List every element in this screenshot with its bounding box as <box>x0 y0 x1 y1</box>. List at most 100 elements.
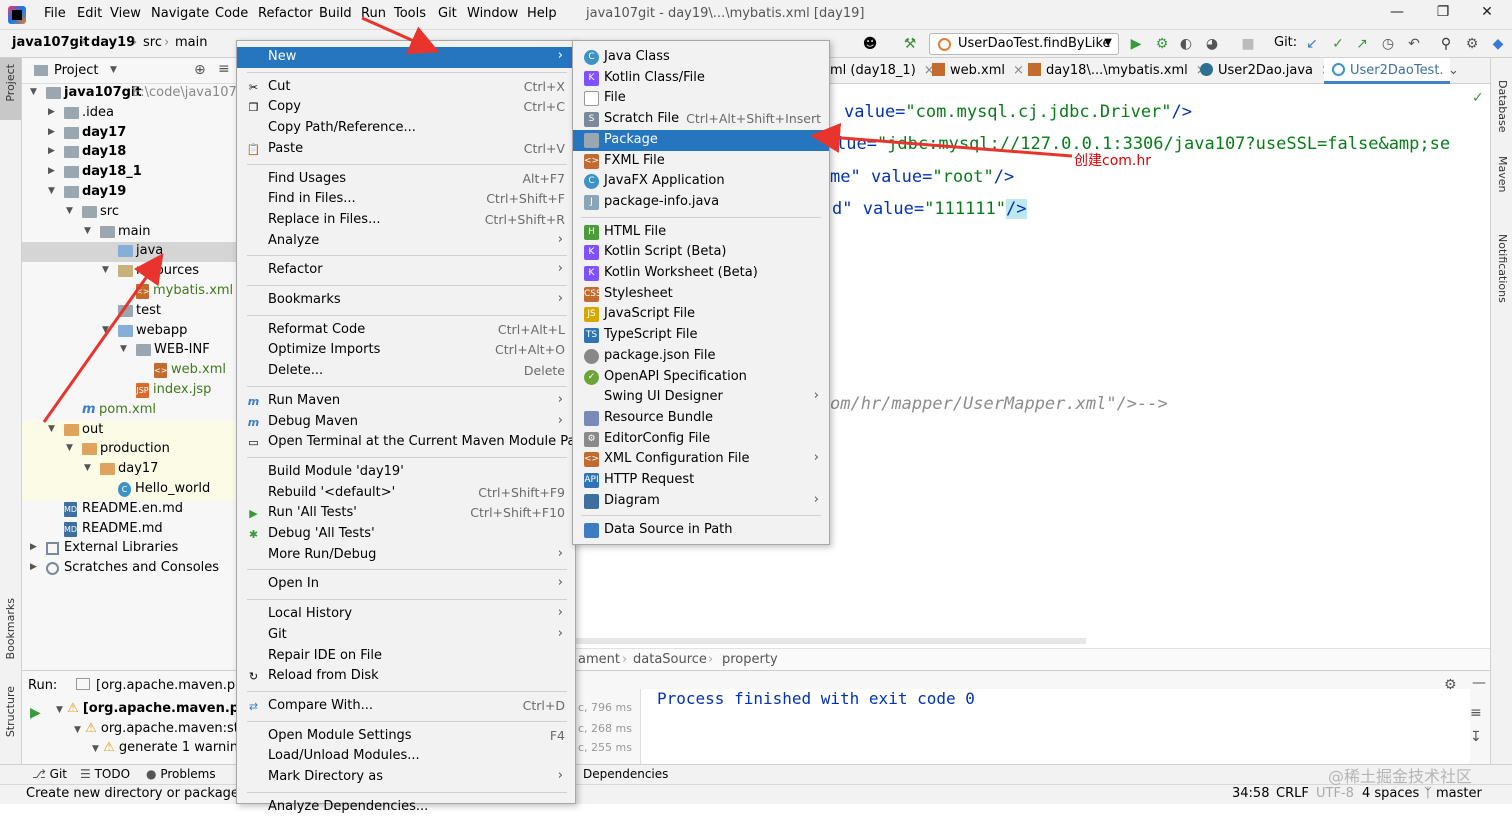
menu-window[interactable]: Window <box>467 6 518 21</box>
horizontal-scrollbar[interactable] <box>576 638 1086 644</box>
menu-item-mark-directory-as[interactable]: Mark Directory as › <box>237 767 575 788</box>
menu-item-delete[interactable]: Delete... Delete <box>237 361 575 382</box>
tree-item-java[interactable]: java <box>22 242 236 263</box>
menu-item-open-in[interactable]: Open In › <box>237 574 575 595</box>
tab-web-xml[interactable]: web.xml × <box>932 63 1024 78</box>
tree-item-pom-xml[interactable]: m pom.xml <box>22 401 236 421</box>
breadcrumb-element[interactable]: ament <box>578 652 620 667</box>
new-item-fxml-file[interactable]: <> FXML File <box>573 151 829 172</box>
new-item-java-class[interactable]: C Java Class <box>573 47 829 68</box>
menu-item-copy[interactable]: ❐ Copy Ctrl+C <box>237 97 575 118</box>
menu-file[interactable]: File <box>44 6 66 21</box>
bookmarks-tool-tab[interactable]: Bookmarks <box>4 598 17 659</box>
new-item-diagram[interactable]: Diagram › <box>573 491 829 512</box>
breadcrumb-project[interactable]: java107git <box>12 35 90 50</box>
code-line-driver[interactable]: value="com.mysql.cj.jdbc.Driver"/> <box>844 102 1192 122</box>
tree-item-java107git[interactable]: ▼ java107git E:\code\java107git <box>22 84 254 104</box>
new-item-kotlin-worksheet-beta[interactable]: K Kotlin Worksheet (Beta) <box>573 263 829 284</box>
menu-item-find-usages[interactable]: Find Usages Alt+F7 <box>237 169 575 190</box>
menu-item-copy-path-reference[interactable]: Copy Path/Reference... <box>237 118 575 139</box>
new-item-javafx-application[interactable]: C JavaFX Application <box>573 171 829 192</box>
run-tree-row[interactable]: ▼ ⚠ [org.apache.maven.plug <box>56 701 262 716</box>
menu-code[interactable]: Code <box>215 6 248 21</box>
tree-item-hello-world[interactable]: C Hello_world <box>22 480 236 500</box>
tree-item-web-xml[interactable]: <> web.xml <box>22 361 236 381</box>
run-tree-row[interactable]: ▼ ⚠ org.apache.maven:sta <box>74 721 247 736</box>
tree-item-external-libraries[interactable]: ▶ External Libraries <box>22 539 236 559</box>
tree-item-resources[interactable]: ▼ resources <box>22 262 236 282</box>
tree-item-main[interactable]: ▼ main <box>22 223 236 243</box>
run-console[interactable]: Process finished with exit code 0 <box>640 689 1470 765</box>
menu-item-cut[interactable]: ✂ Cut Ctrl+X <box>237 77 575 98</box>
tabs-overflow-icon[interactable]: ⌄ <box>1448 63 1459 78</box>
git-tool-tab[interactable]: ⎇ Git <box>32 767 67 781</box>
rerun-icon[interactable]: ▶ <box>30 705 41 721</box>
new-item-package-json-file[interactable]: package.json File <box>573 346 829 367</box>
menu-item-reload-from-disk[interactable]: ↻ Reload from Disk <box>237 666 575 687</box>
new-item-resource-bundle[interactable]: Resource Bundle <box>573 408 829 429</box>
breadcrumb-module[interactable]: day19 <box>91 35 135 50</box>
indent-setting[interactable]: 4 spaces <box>1362 786 1419 801</box>
structure-tool-tab[interactable]: Structure <box>4 686 17 737</box>
notifications-tool-tab[interactable]: Notifications <box>1496 234 1509 303</box>
new-item-package-info-java[interactable]: Jpackage-info.java <box>573 192 829 213</box>
build-hammer-icon[interactable]: ⚒ <box>902 36 918 52</box>
breadcrumb-property[interactable]: property <box>722 652 778 667</box>
tree-item-test[interactable]: test <box>22 302 236 322</box>
tree-item-index-jsp[interactable]: JSP index.jsp <box>22 381 236 401</box>
debug-icon[interactable]: ⚙ <box>1154 36 1170 52</box>
new-item-stylesheet[interactable]: CSS Stylesheet <box>573 284 829 305</box>
code-line-username[interactable]: me" value="root"/> <box>830 167 1014 187</box>
tree-item-web-inf[interactable]: ▼ WEB-INF <box>22 341 236 361</box>
menu-item-paste[interactable]: 📋 Paste Ctrl+V <box>237 139 575 160</box>
new-item-kotlin-class-file[interactable]: K Kotlin Class/File <box>573 68 829 89</box>
menu-navigate[interactable]: Navigate <box>151 6 209 21</box>
menu-item-run-maven[interactable]: m Run Maven › <box>237 391 575 412</box>
menu-view[interactable]: View <box>110 6 141 21</box>
code-line-password[interactable]: d" value="111111"/> <box>832 199 1027 219</box>
todo-tool-tab[interactable]: ☰ TODO <box>80 767 130 781</box>
new-item-data-source-in-path[interactable]: Data Source in Path <box>573 520 829 541</box>
breadcrumb-datasource[interactable]: dataSource <box>633 652 707 667</box>
new-item-html-file[interactable]: H HTML File <box>573 222 829 243</box>
tree-item-day18-1[interactable]: ▶ day18_1 <box>22 163 236 183</box>
menu-item-rebuild-default[interactable]: Rebuild '<default>' Ctrl+Shift+F9 <box>237 483 575 504</box>
new-item-kotlin-script-beta[interactable]: K Kotlin Script (Beta) <box>573 242 829 263</box>
run-config-selector[interactable]: UserDaoTest.findByLike ▼ <box>929 33 1119 55</box>
menu-item-build-module-day19[interactable]: Build Module 'day19' <box>237 462 575 483</box>
project-tool-tab[interactable]: Project <box>4 64 17 102</box>
menu-run[interactable]: Run <box>361 6 386 21</box>
tree-item-day17[interactable]: ▶ day17 <box>22 124 236 144</box>
tree-item-mybatis-xml[interactable]: <> mybatis.xml <box>22 282 236 302</box>
tree-item-webapp[interactable]: ▼ webapp <box>22 322 236 342</box>
tree-item-readme[interactable]: MD README.md <box>22 520 236 540</box>
run-icon[interactable]: ▶ <box>1128 36 1144 52</box>
tab-mybatis-day18-1[interactable]: ml (day18_1) × <box>830 63 935 78</box>
menu-item-open-terminal-at-the-current-maven-module-path[interactable]: ▭ Open Terminal at the Current Maven Modu… <box>237 432 588 453</box>
new-item-swing-ui-designer[interactable]: Swing UI Designer › <box>573 387 829 408</box>
plugin-icon[interactable]: ◆ <box>1490 36 1506 52</box>
tree-item-day19[interactable]: ▼ day19 <box>22 183 236 203</box>
tree-item-production[interactable]: ▼ production <box>22 440 236 461</box>
maven-tool-tab[interactable]: Maven <box>1496 156 1509 192</box>
intellij-logo-icon[interactable] <box>8 6 26 24</box>
menu-tools[interactable]: Tools <box>394 6 426 21</box>
menu-edit[interactable]: Edit <box>77 6 102 21</box>
project-view-selector[interactable]: Project <box>54 63 98 78</box>
search-icon[interactable]: ⚲ <box>1438 36 1454 52</box>
settings-gear-icon[interactable]: ⚙ <box>1444 677 1457 693</box>
settings-gear-icon[interactable]: ⚙ <box>1464 36 1480 52</box>
menu-item-open-module-settings[interactable]: Open Module Settings F4 <box>237 726 575 747</box>
menu-git[interactable]: Git <box>438 6 457 21</box>
menu-help[interactable]: Help <box>527 6 557 21</box>
history-icon[interactable]: ◷ <box>1380 36 1396 52</box>
menu-item-replace-in-files[interactable]: Replace in Files... Ctrl+Shift+R <box>237 210 575 231</box>
menu-item-analyze-dependencies[interactable]: Analyze Dependencies... <box>237 797 575 818</box>
new-item-http-request[interactable]: API HTTP Request <box>573 470 829 491</box>
menu-item-more-run-debug[interactable]: More Run/Debug › <box>237 545 575 566</box>
tree-item-out-day17[interactable]: ▼ day17 <box>22 460 236 480</box>
profile-icon[interactable]: ◕ <box>1204 36 1220 52</box>
menu-item-debug-maven[interactable]: m Debug Maven › <box>237 412 575 433</box>
new-item-scratch-file[interactable]: S Scratch File Ctrl+Alt+Shift+Insert <box>573 109 829 130</box>
problems-tool-tab[interactable]: ● Problems <box>146 767 216 781</box>
